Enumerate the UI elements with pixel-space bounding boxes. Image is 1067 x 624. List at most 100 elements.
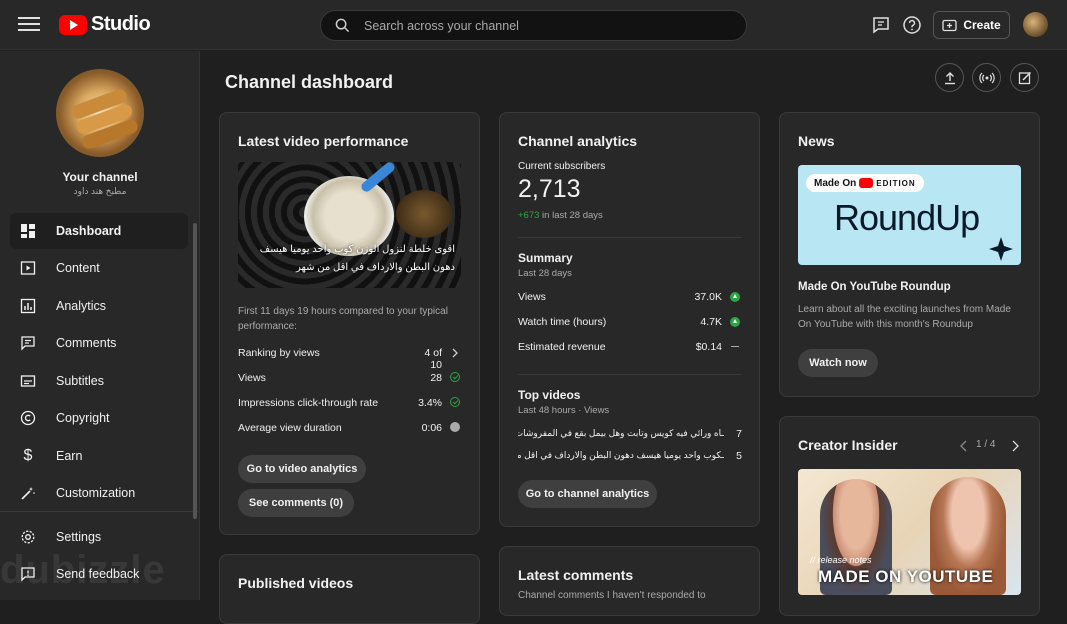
account-avatar[interactable] [1023,12,1048,37]
creator-insider-card: Creator Insider 1 / 4 // release notes M… [779,416,1040,616]
subscribers-value: 2,713 [518,175,581,203]
thumbnail-small-text: // release notes [810,555,872,565]
go-to-channel-analytics-button[interactable]: Go to channel analytics [518,480,657,508]
watermark: dubizzle [0,548,166,592]
go-to-video-analytics-button[interactable]: Go to video analytics [238,455,366,483]
sidebar-item-label: Subtitles [56,374,104,388]
video-plus-icon [942,19,957,31]
info-icon[interactable] [450,422,460,432]
search-icon [335,18,350,33]
upload-button[interactable] [935,63,964,92]
summary-label: Views [518,291,546,303]
thumbnail-bowl [396,190,452,238]
thumbnail-caption-1: اقوى خلطة لنزول الوزن كوب واحد يوميا هيس… [259,244,455,255]
channel-analytics-card: Channel analytics Current subscribers 2,… [499,112,760,527]
summary-period: Last 28 days [518,268,572,279]
chevron-right-icon[interactable] [1011,440,1019,452]
sidebar-item-subtitles[interactable]: Subtitles [10,363,188,399]
divider [518,237,741,238]
made-on-badge: Made On EDITION [806,174,924,192]
help-comment-icon[interactable] [869,13,893,37]
sidebar-item-customization[interactable]: Customization [10,475,188,511]
create-post-button[interactable] [1010,63,1039,92]
badge-edition: EDITION [876,178,916,188]
compare-text: First 11 days 19 hours compared to your … [238,306,448,332]
top-videos-title: Top videos [518,388,581,402]
subscribers-label: Current subscribers [518,161,606,172]
creator-insider-thumbnail[interactable]: // release notes MADE ON YOUTUBE [798,469,1021,595]
news-title: News [798,133,835,149]
channel-name: مطبخ هند داود [73,186,127,196]
top-video-views: 7 [736,428,742,440]
check-circle-icon [450,397,460,407]
page-title: Channel dashboard [225,72,394,92]
subscribers-change: +673 [518,210,540,221]
top-video-title[interactable]: ـاه ورائي فيه كويس وتابت وهل بيمل بقع في… [518,428,724,439]
live-broadcast-icon [978,72,995,83]
news-image-text: RoundUp [834,197,980,238]
dashboard-icon [21,224,35,238]
latest-comments-card: Latest comments Channel comments I haven… [499,546,760,616]
sparkle-icon [989,237,1013,261]
watch-now-button[interactable]: Watch now [798,349,878,377]
sidebar-item-comments[interactable]: Comments [10,325,188,361]
metric-label: Ranking by views [238,347,320,359]
sidebar-item-copyright[interactable]: Copyright [10,400,188,436]
sidebar-scrollbar[interactable] [193,223,197,519]
news-card: News Made On EDITION RoundUp Made On You… [779,112,1040,397]
customization-icon [21,487,35,500]
search-bar[interactable] [320,10,747,41]
subscribers-change-suffix: in last 28 days [542,210,603,221]
sidebar-item-label: Content [56,261,100,275]
summary-value: $0.14 [695,341,722,353]
studio-logo[interactable]: Studio [59,13,151,36]
sidebar-item-content[interactable]: Content [10,250,188,286]
metric-label: Average view duration [238,422,342,434]
video-thumbnail[interactable]: اقوى خلطة لنزول الوزن كوب واحد يوميا هيس… [238,162,461,288]
top-video-title[interactable]: ـكوب واحد يوميا هيسف دهون البطن والارداف… [518,450,724,461]
help-icon[interactable] [900,13,924,37]
metric-value: 0:06 [421,422,442,434]
create-button[interactable]: Create [933,11,1010,39]
thumbnail-caption-2: دهون البطن والارداف في اقل من شهر [295,262,455,273]
channel-avatar[interactable] [56,69,144,157]
trend-up-icon [730,317,740,327]
metric-value: 3.4% [418,397,442,409]
news-body: Learn about all the exciting launches fr… [798,304,1011,330]
menu-icon[interactable] [18,14,40,34]
sidebar-item-label: Customization [56,486,136,500]
sidebar-item-label: Settings [56,530,102,544]
divider [518,374,741,375]
copyright-icon [20,410,36,426]
sidebar-item-label: Analytics [56,299,107,313]
summary-value: 4.7K [700,316,722,328]
chevron-right-icon[interactable] [451,348,459,358]
news-headline[interactable]: Made On YouTube Roundup [798,281,951,293]
sidebar-item-label: Comments [56,336,117,350]
gear-icon [21,530,35,544]
chevron-left-icon[interactable] [960,440,968,452]
studio-logo-text: Studio [91,13,151,35]
top-video-views: 5 [736,450,742,462]
check-circle-icon [450,372,460,382]
sidebar-item-label: Copyright [56,411,110,425]
content-icon [20,261,36,275]
summary-label: Watch time (hours) [518,316,607,328]
youtube-logo-icon [59,14,87,35]
search-input[interactable] [364,17,724,35]
news-image[interactable]: Made On EDITION RoundUp [798,165,1021,265]
earn-icon: $ [23,447,33,464]
creator-insider-title: Creator Insider [798,437,898,453]
comments-icon [21,336,35,351]
sidebar-item-earn[interactable]: $ Earn [10,438,188,474]
thumbnail-big-text: MADE ON YOUTUBE [818,567,994,586]
go-live-button[interactable] [972,63,1001,92]
see-comments-button[interactable]: See comments (0) [238,489,354,517]
trend-flat-icon [731,346,739,347]
metric-label: Views [238,372,266,384]
sidebar-item-dashboard[interactable]: Dashboard [10,213,188,249]
top-bar: Studio Create [0,0,1067,50]
sidebar-item-analytics[interactable]: Analytics [10,288,188,324]
upload-icon [944,71,955,84]
top-videos-period: Last 48 hours · Views [518,405,610,416]
